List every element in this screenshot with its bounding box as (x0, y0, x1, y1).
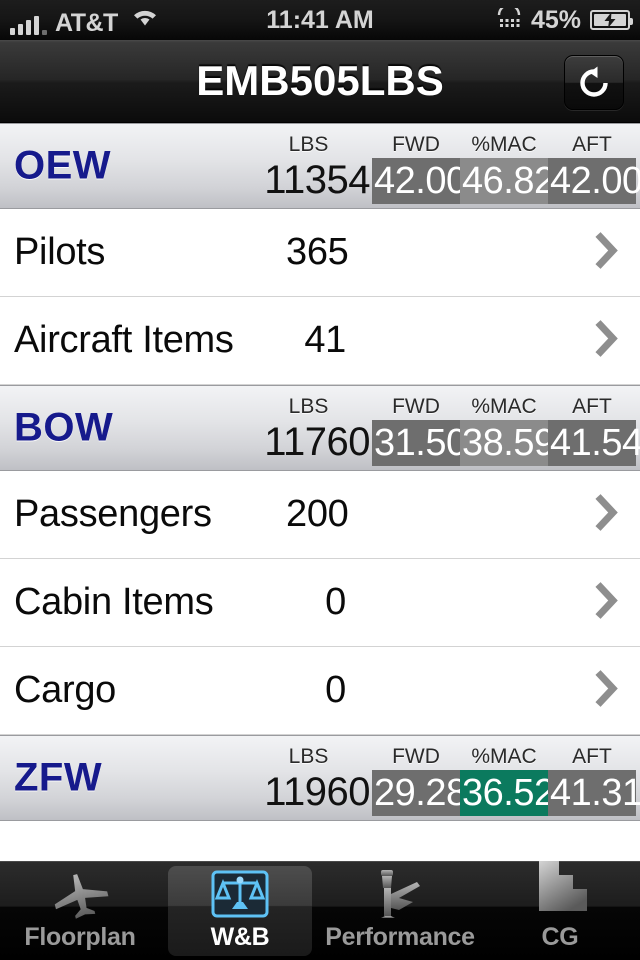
section-code-label: OEW (14, 143, 112, 188)
section-code-label: BOW (14, 405, 114, 450)
column-header-lbs: LBS (288, 745, 329, 768)
value-mac: 38.59 (460, 420, 555, 466)
value-fwd: 29.28 (372, 770, 467, 816)
column-header-lbs: LBS (288, 395, 329, 418)
table-row[interactable]: Passengers 200 (0, 471, 640, 559)
cell-weight: LBS 11960 (247, 744, 372, 814)
status-bar: AT&T 11:41 AM 45% (0, 0, 640, 40)
value-mac: 36.52 (460, 770, 555, 816)
cell-aft: AFT 41.54 (548, 394, 640, 466)
tab-label: Floorplan (24, 923, 136, 951)
section-values-grid: LBS 11760 FWD 31.50 %MAC 38.59 AFT 41.54 (247, 394, 640, 466)
row-label: Aircraft Items (14, 319, 234, 361)
value-fwd: 42.00 (372, 158, 467, 204)
refresh-button[interactable] (564, 55, 624, 110)
row-label: Pilots (14, 231, 106, 273)
cell-mac: %MAC 38.59 (460, 394, 555, 466)
tab-wb[interactable]: W&B (160, 862, 320, 960)
table-row[interactable]: Cabin Items 0 (0, 559, 640, 647)
column-header-aft: AFT (572, 395, 612, 418)
row-value: 41 (304, 319, 346, 361)
chevron-right-icon (594, 668, 618, 713)
airplane-top-view-icon (49, 865, 111, 923)
balance-scale-icon (209, 865, 271, 923)
row-label: Cargo (14, 669, 116, 711)
row-value: 200 (286, 493, 349, 535)
row-value: 0 (325, 669, 346, 711)
section-values-grid: LBS 11960 FWD 29.28 %MAC 36.52 AFT 41.31 (247, 744, 640, 816)
tab-label: CG (541, 923, 579, 951)
section-header-bow: BOW LBS 11760 FWD 31.50 %MAC 38.59 AFT 4… (0, 385, 640, 471)
value-aft: 41.31 (548, 770, 640, 816)
cell-mac: %MAC 46.82 (460, 132, 555, 204)
section-values-grid: LBS 11354 FWD 42.00 %MAC 46.82 AFT 42.00 (247, 132, 640, 204)
control-tower-airplane-icon (369, 865, 431, 923)
cell-aft: AFT 41.31 (548, 744, 640, 816)
status-bar-right: 45% (496, 3, 640, 35)
column-header-fwd: FWD (392, 133, 440, 156)
value-weight: 11760 (264, 420, 370, 464)
cell-aft: AFT 42.00 (548, 132, 640, 204)
table-row[interactable]: Pilots 365 (0, 209, 640, 297)
chevron-right-icon (594, 580, 618, 625)
chevron-right-icon (594, 230, 618, 275)
cell-mac: %MAC 36.52 (460, 744, 555, 816)
column-header-mac: %MAC (471, 133, 537, 156)
column-header-fwd: FWD (392, 395, 440, 418)
dots-icon (496, 3, 522, 35)
app-screen: AT&T 11:41 AM 45% EMB505LBS OEW LBS 1135… (0, 0, 640, 960)
refresh-icon (580, 66, 608, 97)
row-value: 365 (286, 231, 349, 273)
row-label: Passengers (14, 493, 212, 535)
value-aft: 41.54 (548, 420, 640, 466)
section-header-zfw: ZFW LBS 11960 FWD 29.28 %MAC 36.52 AFT 4… (0, 735, 640, 821)
value-fwd: 31.50 (372, 420, 467, 466)
column-header-mac: %MAC (471, 395, 537, 418)
cell-fwd: FWD 29.28 (372, 744, 467, 816)
value-weight: 11354 (264, 158, 370, 202)
chevron-right-icon (594, 318, 618, 363)
cell-fwd: FWD 42.00 (372, 132, 467, 204)
tab-floorplan[interactable]: Floorplan (0, 862, 160, 960)
tab-bar: Floorplan W&B Performance CG (0, 861, 640, 960)
tab-label: W&B (210, 923, 270, 951)
battery-charging-icon (590, 10, 633, 30)
section-code-label: ZFW (14, 755, 103, 800)
tab-performance[interactable]: Performance (320, 862, 480, 960)
page-title: EMB505LBS (196, 57, 444, 104)
value-aft: 42.00 (548, 158, 640, 204)
battery-percent-label: 45% (530, 5, 581, 34)
column-header-aft: AFT (572, 133, 612, 156)
row-value: 0 (325, 581, 346, 623)
column-header-fwd: FWD (392, 745, 440, 768)
table-row[interactable]: Aircraft Items 41 (0, 297, 640, 385)
column-header-lbs: LBS (288, 133, 329, 156)
row-label: Cabin Items (14, 581, 214, 623)
value-weight: 11960 (264, 770, 370, 814)
step-chart-icon (529, 861, 591, 923)
value-mac: 46.82 (460, 158, 555, 204)
chevron-right-icon (594, 492, 618, 537)
tab-label: Performance (325, 923, 475, 951)
tab-cg[interactable]: CG (480, 861, 640, 960)
cell-fwd: FWD 31.50 (372, 394, 467, 466)
column-header-aft: AFT (572, 745, 612, 768)
section-header-oew: OEW LBS 11354 FWD 42.00 %MAC 46.82 AFT 4… (0, 123, 640, 209)
column-header-mac: %MAC (471, 745, 537, 768)
navigation-bar: EMB505LBS (0, 40, 640, 123)
cell-weight: LBS 11354 (247, 132, 372, 202)
table-row[interactable]: Cargo 0 (0, 647, 640, 735)
cell-weight: LBS 11760 (247, 394, 372, 464)
